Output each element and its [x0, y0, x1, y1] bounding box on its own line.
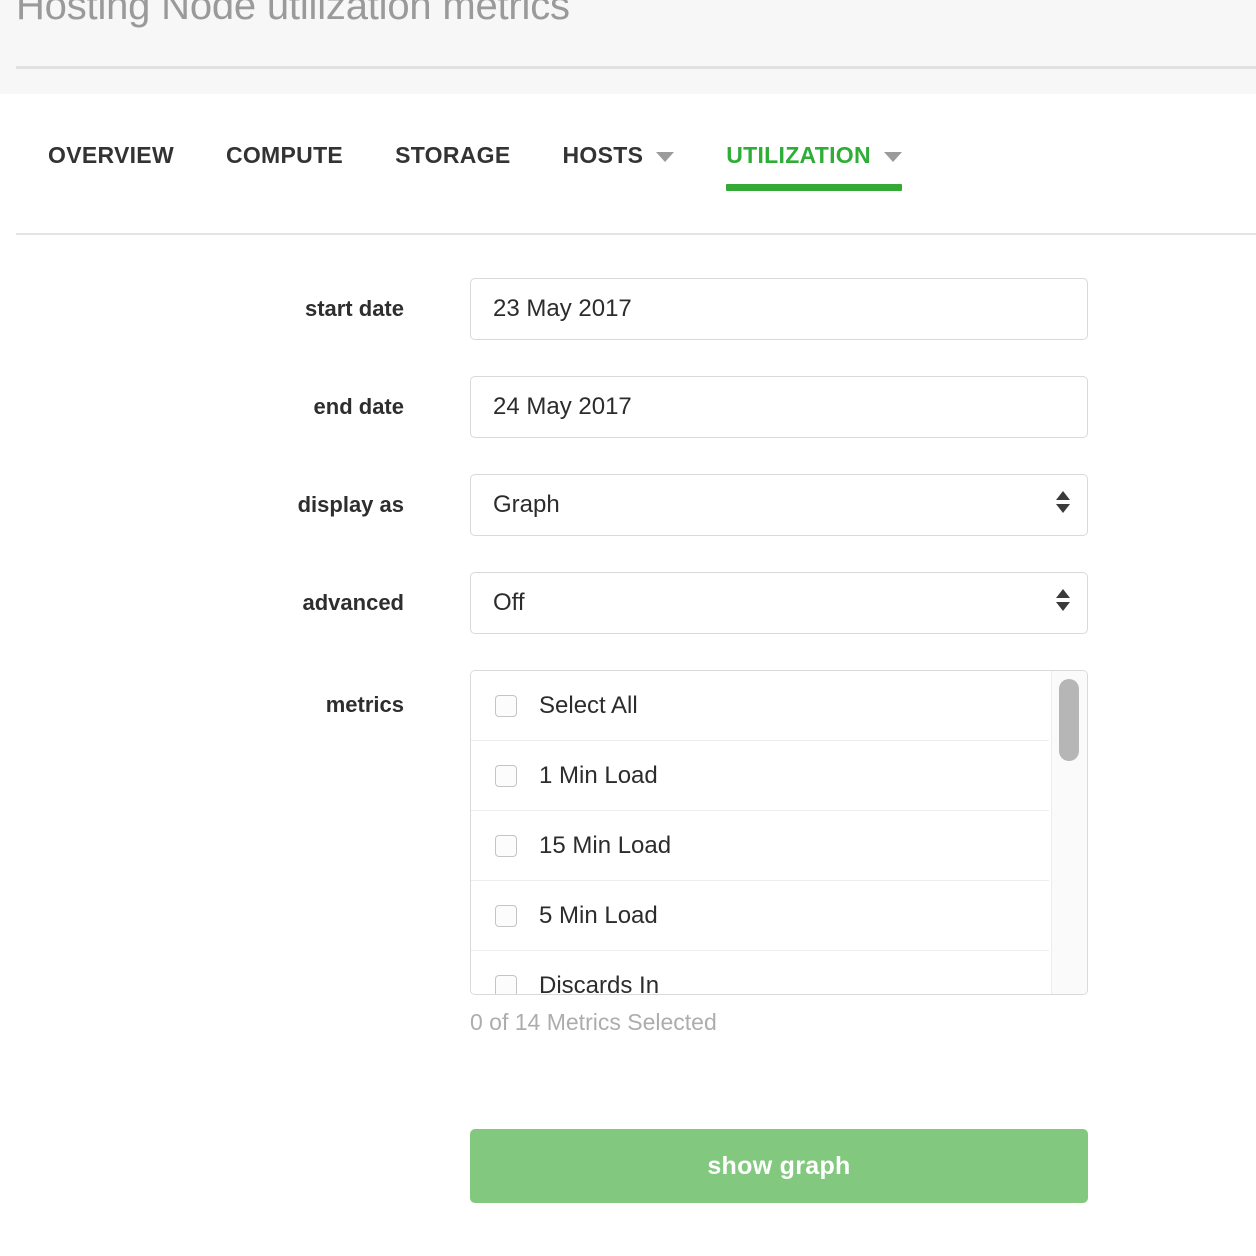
active-tab-indicator	[726, 184, 902, 191]
tab-utilization-label: UTILIZATION	[726, 142, 871, 168]
metrics-scrollbar-thumb[interactable]	[1059, 679, 1079, 761]
end-date-input[interactable]	[470, 376, 1088, 438]
chevron-down-icon	[883, 152, 902, 162]
tab-overview-label: OVERVIEW	[48, 142, 174, 168]
page-header: Hosting Node utilization metrics	[0, 0, 1256, 94]
start-date-label: start date	[304, 296, 404, 321]
chevron-down-icon	[656, 152, 675, 162]
tab-bar: OVERVIEW COMPUTE STORAGE HOSTS UTILIZATI…	[0, 94, 1256, 235]
show-graph-button[interactable]: show graph	[470, 1129, 1088, 1203]
list-item-label: 5 Min Load	[539, 901, 658, 929]
end-date-label: end date	[313, 394, 404, 419]
tab-utilization[interactable]: UTILIZATION	[726, 142, 902, 213]
metrics-listbox[interactable]: Select All 1 Min Load 15 Min Load 5 Min …	[470, 670, 1088, 995]
list-item-label: 15 Min Load	[539, 831, 672, 859]
checkbox-icon[interactable]	[495, 974, 517, 994]
tab-hosts[interactable]: HOSTS	[562, 142, 675, 213]
metrics-label: metrics	[325, 692, 404, 717]
select-arrows-icon	[1056, 589, 1070, 617]
list-item-label: Discards In	[539, 971, 660, 995]
tab-compute[interactable]: COMPUTE	[226, 142, 343, 213]
advanced-label: advanced	[302, 590, 405, 615]
advanced-value: Off	[493, 589, 525, 616]
checkbox-icon[interactable]	[495, 834, 517, 857]
page-title: Hosting Node utilization metrics	[16, 0, 570, 28]
tab-storage[interactable]: STORAGE	[395, 142, 510, 213]
tab-compute-label: COMPUTE	[225, 142, 344, 168]
start-date-input[interactable]	[470, 278, 1088, 340]
list-item[interactable]: Discards In	[471, 951, 1049, 995]
tab-storage-label: STORAGE	[395, 142, 511, 168]
display-as-label: display as	[297, 492, 404, 517]
metrics-scrollbar[interactable]	[1051, 671, 1087, 994]
select-arrows-icon	[1056, 491, 1070, 519]
display-as-select[interactable]: Graph	[470, 474, 1088, 536]
list-item[interactable]: 1 Min Load	[471, 741, 1049, 811]
list-item[interactable]: 5 Min Load	[471, 881, 1049, 951]
checkbox-icon[interactable]	[495, 694, 517, 717]
form-row-start-date: start date	[0, 278, 1256, 340]
tab-overview[interactable]: OVERVIEW	[48, 142, 174, 213]
advanced-select[interactable]: Off	[470, 572, 1088, 634]
metrics-selected-count: 0 of 14 Metrics Selected	[470, 1009, 717, 1035]
form-row-display-as: display as Graph	[0, 474, 1256, 536]
metrics-list: Select All 1 Min Load 15 Min Load 5 Min …	[471, 671, 1049, 995]
form-row-end-date: end date	[0, 376, 1256, 438]
list-item[interactable]: 15 Min Load	[471, 811, 1049, 881]
header-divider	[16, 66, 1256, 69]
checkbox-icon[interactable]	[495, 904, 517, 927]
form-row-metrics: metrics Select All 1 Min Load 15 Min Loa…	[0, 670, 1256, 1036]
tab-list: OVERVIEW COMPUTE STORAGE HOSTS UTILIZATI…	[48, 142, 902, 213]
checkbox-icon[interactable]	[495, 764, 517, 787]
list-item-label: Select All	[539, 691, 638, 719]
form-row-actions: show graph	[0, 1129, 1256, 1203]
tab-bar-divider	[16, 233, 1256, 235]
form-row-advanced: advanced Off	[0, 572, 1256, 634]
display-as-value: Graph	[493, 491, 560, 518]
tab-hosts-label: HOSTS	[562, 142, 644, 168]
list-item[interactable]: Select All	[471, 671, 1049, 741]
list-item-label: 1 Min Load	[539, 761, 658, 789]
